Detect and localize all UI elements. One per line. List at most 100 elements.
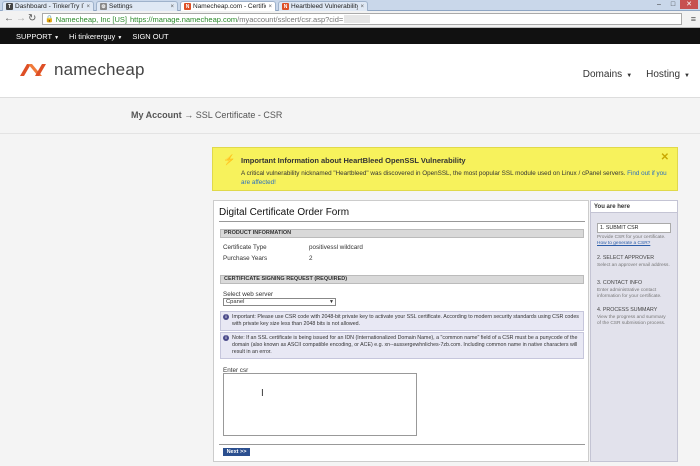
idn-note-text: Note: If an SSL certificate is being iss… — [232, 335, 578, 355]
breadcrumb-separator: → — [184, 110, 194, 120]
namecheap-favicon-icon: N — [184, 3, 191, 10]
heartbleed-notice: ⚡ Important Information about HeartBleed… — [212, 147, 678, 191]
notice-body-text: A critical vulnerability nicknamed "Hear… — [241, 170, 626, 177]
text-cursor-icon: I — [261, 388, 264, 399]
greeting-label: Hi tinkererguy — [69, 31, 116, 41]
product-info-header: PRODUCT INFORMATION — [220, 229, 584, 238]
step-title: 1. SUBMIT CSR — [597, 223, 671, 233]
step-process-summary: 4. PROCESS SUMMARY View the progress and… — [597, 307, 671, 327]
tab-label: Heartbleed Vulnerability — [291, 3, 359, 10]
reload-icon[interactable]: ↻ — [28, 13, 36, 25]
nav-hosting[interactable]: Hosting ▼ — [646, 69, 690, 80]
minimize-icon[interactable]: – — [652, 0, 666, 9]
close-icon[interactable]: × — [86, 4, 90, 10]
form-title: Digital Certificate Order Form — [219, 207, 350, 218]
maximize-icon[interactable]: □ — [666, 0, 680, 9]
web-server-value: Cpanel — [226, 299, 245, 305]
notice-body: A critical vulnerability nicknamed "Hear… — [241, 169, 671, 187]
certificate-type-row: Certificate Type positivessl wildcard — [223, 244, 363, 251]
certificate-type-label: Certificate Type — [223, 244, 267, 251]
divider — [219, 444, 585, 445]
next-button[interactable]: Next >> — [223, 448, 250, 456]
lock-icon: 🔒 — [45, 16, 54, 23]
url-host: https://manage.namecheap.com — [130, 14, 238, 24]
redacted-id — [344, 15, 371, 23]
close-icon[interactable]: × — [360, 4, 364, 10]
sidebar-header: You are here — [591, 201, 677, 213]
sign-out-link[interactable]: SIGN OUT — [132, 32, 168, 41]
step-title: 4. PROCESS SUMMARY — [597, 307, 658, 313]
nav-domains[interactable]: Domains ▼ — [583, 69, 632, 80]
breadcrumb: My Account → SSL Certificate - CSR — [0, 98, 700, 134]
csr-textarea[interactable]: I — [223, 373, 417, 436]
tab-dashboard[interactable]: T Dashboard - TinkerTry IT × — [2, 1, 94, 11]
user-menu[interactable]: Hi tinkererguy ▼ — [69, 32, 122, 41]
caret-down-icon: ▼ — [117, 34, 123, 41]
idn-note: i Note: If an SSL certificate is being i… — [220, 332, 584, 359]
window-controls: – □ ✕ — [652, 0, 698, 9]
tab-label: Settings — [109, 3, 133, 10]
address-toolbar: ← → ↻ 🔒 Namecheap, Inc [US] https://mana… — [0, 11, 700, 28]
browser-tab-bar: T Dashboard - TinkerTry IT × ⚙ Settings … — [0, 0, 700, 11]
notice-title: Important Information about HeartBleed O… — [241, 156, 466, 165]
tinkertry-favicon-icon: T — [6, 3, 13, 10]
important-note-text: Important: Please use CSR code with 2048… — [232, 314, 579, 327]
namecheap-logo[interactable]: namecheap — [18, 60, 145, 80]
generate-csr-link[interactable]: How to generate a CSR? — [597, 241, 650, 246]
step-desc: Enter administrative contact information… — [597, 288, 662, 299]
purchase-years-label: Purchase Years — [223, 255, 268, 262]
caret-down-icon: ▼ — [54, 34, 60, 41]
info-icon: i — [223, 335, 229, 341]
tab-settings[interactable]: ⚙ Settings × — [96, 1, 178, 11]
breadcrumb-current: SSL Certificate - CSR — [195, 110, 283, 120]
web-server-label: Select web server — [223, 291, 274, 298]
progress-sidebar: You are here 1. SUBMIT CSR Provide CSR f… — [590, 200, 678, 462]
namecheap-favicon-icon: N — [282, 3, 289, 10]
support-label: SUPPORT — [16, 31, 52, 41]
important-note: i Important: Please use CSR code with 20… — [220, 311, 584, 331]
url-path: /myaccount/sslcert/csr.asp?cid= — [237, 14, 344, 24]
gear-icon: ⚙ — [100, 3, 107, 10]
forward-arrow-icon[interactable]: → — [16, 13, 26, 25]
web-server-select[interactable]: Cpanel ▼ — [223, 298, 336, 306]
close-icon[interactable]: × — [268, 4, 272, 10]
logo-text: namecheap — [54, 60, 145, 79]
order-form-panel: Digital Certificate Order Form PRODUCT I… — [213, 200, 589, 462]
tab-namecheap-certificate[interactable]: N Namecheap.com - Certific × — [180, 1, 276, 11]
csr-section-header: CERTIFICATE SIGNING REQUEST (REQUIRED) — [220, 275, 584, 284]
browser-menu-icon[interactable]: ≡ — [691, 14, 696, 24]
url-input[interactable]: 🔒 Namecheap, Inc [US] https://manage.nam… — [42, 13, 682, 25]
purchase-years-value: 2 — [309, 255, 313, 262]
step-desc: Select an approver email address. — [597, 263, 670, 268]
step-select-approver: 2. SELECT APPROVER Select an approver em… — [597, 255, 671, 269]
close-icon[interactable]: ✕ — [661, 152, 669, 163]
step-submit-csr: 1. SUBMIT CSR Provide CSR for your certi… — [597, 223, 671, 247]
step-title: 3. CONTACT INFO — [597, 280, 643, 286]
back-arrow-icon[interactable]: ← — [4, 13, 14, 25]
nav-label: Hosting — [646, 69, 681, 80]
step-desc: View the progress and summary of the CSR… — [597, 315, 666, 326]
support-menu[interactable]: SUPPORT ▼ — [16, 32, 59, 41]
breadcrumb-root-link[interactable]: My Account — [131, 110, 182, 120]
divider — [219, 221, 585, 222]
tab-label: Namecheap.com - Certific — [193, 3, 267, 10]
step-contact-info: 3. CONTACT INFO Enter administrative con… — [597, 280, 671, 300]
close-icon[interactable]: × — [170, 4, 174, 10]
nav-label: Domains — [582, 69, 623, 80]
tab-heartbleed[interactable]: N Heartbleed Vulnerability × — [278, 1, 368, 11]
step-title: 2. SELECT APPROVER — [597, 255, 655, 261]
chevron-down-icon: ▼ — [329, 299, 334, 305]
breadcrumb-text: My Account → SSL Certificate - CSR — [131, 110, 282, 120]
site-header: namecheap Domains ▼ Hosting ▼ — [0, 44, 700, 98]
purchase-years-row: Purchase Years 2 — [223, 255, 313, 262]
step-desc: Provide CSR for your certificate. — [597, 235, 666, 240]
caret-down-icon: ▼ — [684, 73, 690, 79]
ev-certificate-label[interactable]: Namecheap, Inc [US] — [56, 15, 127, 24]
tab-label: Dashboard - TinkerTry IT — [15, 3, 85, 10]
account-top-bar: SUPPORT ▼ Hi tinkererguy ▼ SIGN OUT — [0, 28, 700, 44]
window-close-icon[interactable]: ✕ — [680, 0, 698, 9]
namecheap-logo-icon — [20, 64, 46, 76]
main-nav: Domains ▼ Hosting ▼ — [583, 69, 690, 80]
certificate-type-value: positivessl wildcard — [309, 244, 363, 251]
caret-down-icon: ▼ — [626, 73, 633, 79]
